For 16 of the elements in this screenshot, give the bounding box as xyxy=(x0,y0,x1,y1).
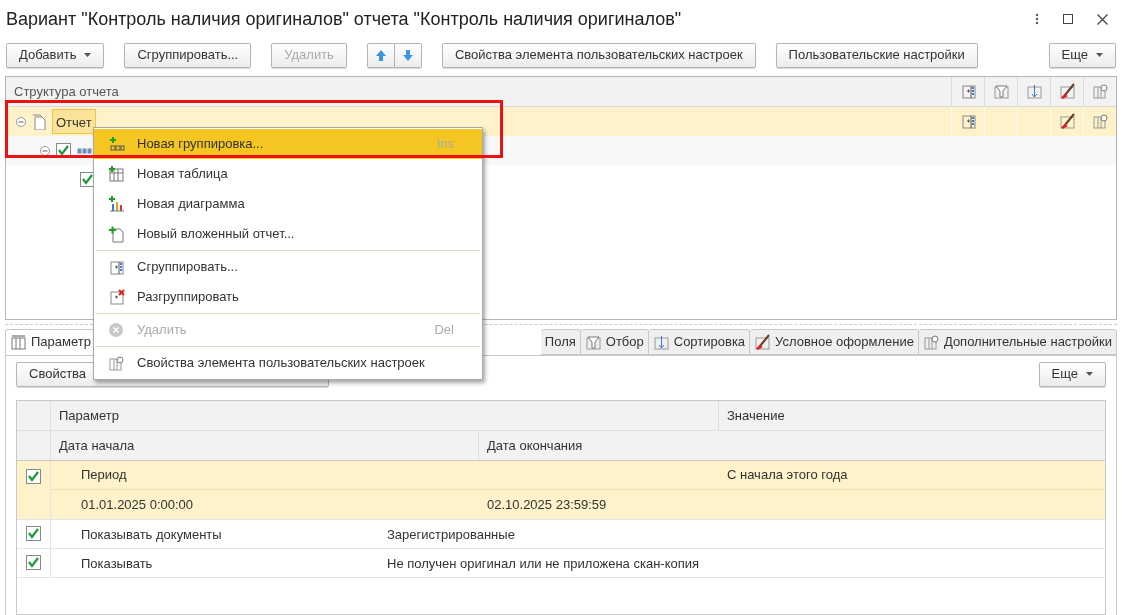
table-cell-text: 01.01.2025 0:00:00 xyxy=(80,495,195,514)
column-header: Дата окончания xyxy=(486,437,584,455)
column-header: Значение xyxy=(726,407,786,425)
column-header: Дата начала xyxy=(51,431,479,460)
window-title: Вариант "Контроль наличия оригиналов" отчета "Контроль наличия оригиналов" xyxy=(6,7,683,31)
table-cell-text: Период xyxy=(80,466,128,485)
table-cell-text: Показывать xyxy=(80,555,154,573)
table-cell-text: 02.10.2025 23:59:59 xyxy=(486,495,608,514)
table-cell-text: Показывать документы xyxy=(80,526,223,544)
table-cell-text: Зарегистрированные xyxy=(387,526,516,544)
shortcut-label: Del xyxy=(434,321,454,340)
shortcut-label: Ins xyxy=(436,135,454,154)
table-cell-text: С начала этого года xyxy=(726,466,849,485)
column-header: Структура отчета xyxy=(13,83,120,101)
table-cell-text: Не получен оригинал или не приложена скан-копия xyxy=(387,555,701,573)
column-header: Параметр xyxy=(51,401,719,430)
